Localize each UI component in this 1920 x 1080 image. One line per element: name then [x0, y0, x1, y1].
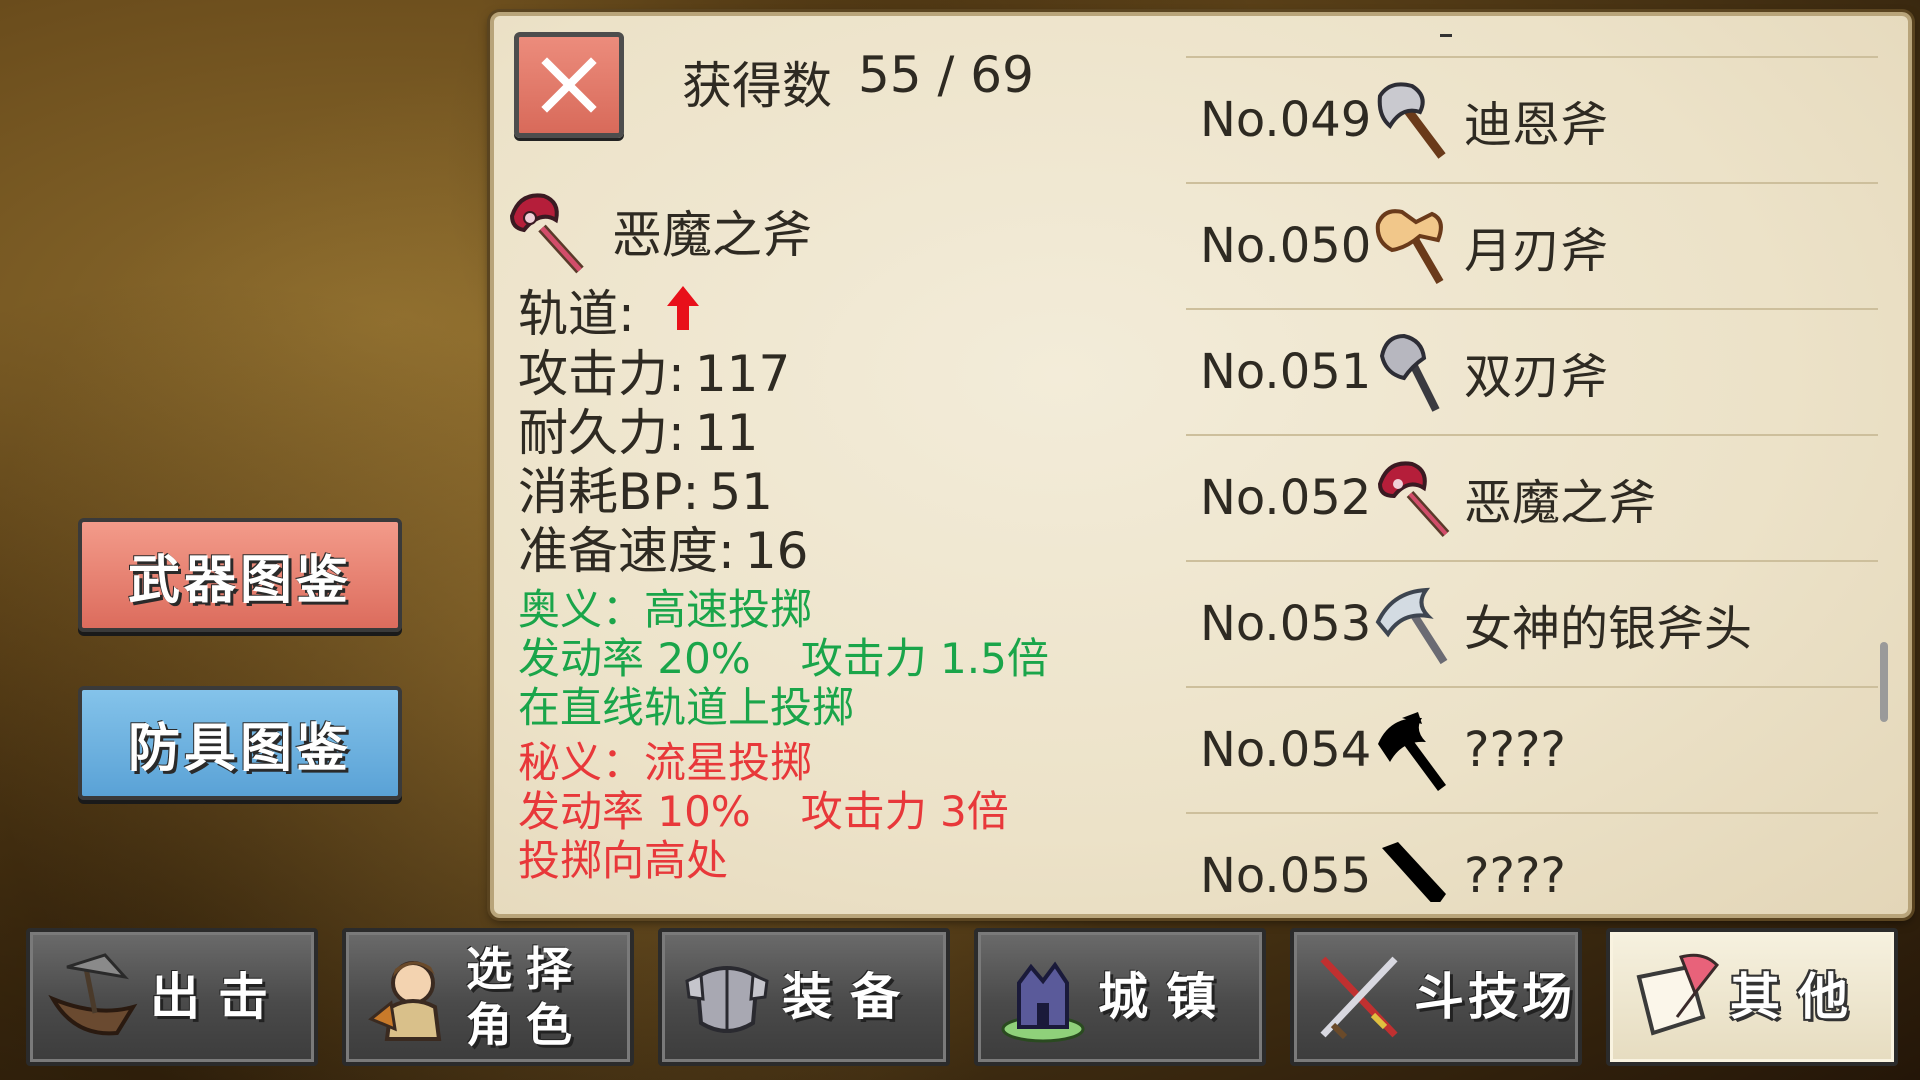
hidden-skill-power: 攻击力 3倍 [800, 787, 1009, 836]
nav-town-label: 城镇 [1098, 968, 1234, 1026]
hidden-skill-title: 秘义：流星投掷 [518, 738, 813, 787]
list-item[interactable]: No.053 女神的银斧头 [1186, 560, 1878, 686]
bp-label: 消耗BP: [518, 463, 700, 521]
trajectory-row: 轨道: [518, 284, 808, 345]
hidden-skill-stats: 发动率 10% 攻击力 3倍 [518, 787, 1009, 836]
prep-speed-row: 准备速度: 16 [518, 522, 808, 581]
nav-character-label-line1: 选择 [466, 942, 586, 996]
nav-equip-label: 装备 [782, 968, 918, 1026]
list-item[interactable]: No.050 月刃斧 [1186, 182, 1878, 308]
nav-town-button[interactable]: 城镇 [974, 928, 1266, 1066]
list-item-number: No.054 [1200, 722, 1372, 778]
hidden-skill: 秘义：流星投掷 发动率 10% 攻击力 3倍 投掷向高处 [518, 738, 1009, 885]
list-item-name: ???? [1464, 722, 1566, 778]
list-item[interactable]: No.049 迪恩斧 [1186, 56, 1878, 182]
secret-skill-power: 攻击力 1.5倍 [800, 634, 1049, 683]
close-button[interactable] [514, 32, 624, 138]
detail-stats: 轨道: 攻击力: 117 耐久力: 11 消耗BP: 51 准备速度: 16 [518, 284, 808, 581]
list-item-number: No.049 [1200, 92, 1372, 148]
nav-sortie-button[interactable]: 出击 [26, 928, 318, 1066]
list-scrollbar[interactable] [1880, 642, 1888, 722]
acquired-label: 获得数 [682, 57, 832, 115]
trajectory-label: 轨道: [518, 285, 635, 343]
moon-blade-axe-icon [1372, 204, 1456, 288]
list-item-name: ???? [1464, 848, 1566, 902]
list-item-number: No.051 [1200, 344, 1372, 400]
nav-other-button[interactable]: 其他 [1606, 928, 1898, 1066]
close-x-icon [541, 57, 597, 113]
dean-axe-icon [1372, 78, 1456, 162]
durability-value: 11 [694, 404, 759, 462]
crossed-swords-icon [1304, 942, 1414, 1052]
secret-skill-rate: 发动率 20% [518, 634, 751, 683]
demon-axe-icon [509, 193, 584, 274]
secret-skill: 奥义：高速投掷 发动率 20% 攻击力 1.5倍 在直线轨道上投掷 [518, 585, 1049, 732]
attack-row: 攻击力: 117 [518, 345, 808, 404]
nav-sortie-label: 出击 [150, 968, 286, 1026]
character-portrait-icon [356, 942, 466, 1052]
nav-character-button[interactable]: 选择 角色 [342, 928, 634, 1066]
red-up-arrow-icon [665, 284, 701, 345]
list-item[interactable]: No.055 ???? [1186, 812, 1878, 902]
list-item-number: No.050 [1200, 218, 1372, 274]
list-item-number: No.053 [1200, 596, 1372, 652]
unknown-silhouette-icon [1372, 708, 1456, 792]
nav-character-label: 选择 角色 [466, 941, 586, 1053]
secret-skill-title: 奥义：高速投掷 [518, 585, 813, 634]
list-item-name: 恶魔之斧 [1464, 475, 1657, 531]
secret-skill-desc: 在直线轨道上投掷 [518, 683, 855, 732]
list-item-number: No.052 [1200, 470, 1372, 526]
list-item-name: 月刃斧 [1464, 223, 1609, 279]
bp-row: 消耗BP: 51 [518, 463, 808, 522]
list-item-name: 双刃斧 [1464, 349, 1609, 405]
weapon-list[interactable]: No.049 迪恩斧 No.050 月刃斧 No.051 双刃斧 No.052 … [1186, 56, 1878, 902]
armor-icon [672, 942, 782, 1052]
nav-arena-label: 斗技场 [1414, 968, 1576, 1026]
nav-character-label-line2: 角色 [466, 998, 586, 1052]
double-blade-axe-icon [1372, 330, 1456, 414]
silver-axe-icon [1372, 582, 1456, 666]
nav-other-label: 其他 [1730, 968, 1866, 1026]
detail-weapon-name: 恶魔之斧 [612, 206, 812, 264]
secret-skill-stats: 发动率 20% 攻击力 1.5倍 [518, 634, 1049, 683]
durability-label: 耐久力: [518, 404, 685, 462]
list-item[interactable]: No.052 恶魔之斧 [1186, 434, 1878, 560]
list-item-name: 迪恩斧 [1464, 97, 1609, 153]
unknown-silhouette-icon [1372, 834, 1456, 902]
prep-speed-label: 准备速度: [518, 522, 735, 580]
list-item-number: No.055 [1200, 848, 1372, 902]
armor-encyclopedia-button[interactable]: 防具图鉴 [78, 686, 402, 800]
bottom-nav: 出击 选择 角色 装备 城镇 斗技场 其他 [26, 928, 1898, 1070]
scroll-quill-icon [1620, 942, 1730, 1052]
acquired-value: 55 / 69 [858, 46, 1034, 104]
nav-equip-button[interactable]: 装备 [658, 928, 950, 1066]
acquired-count: 获得数 55 / 69 [682, 46, 1034, 118]
prep-speed-value: 16 [744, 522, 809, 580]
weapon-encyclopedia-button[interactable]: 武器图鉴 [78, 518, 402, 632]
hidden-skill-rate: 发动率 10% [518, 787, 751, 836]
attack-value: 117 [694, 345, 791, 403]
list-item-name: 女神的银斧头 [1464, 601, 1753, 657]
hidden-skill-desc: 投掷向高处 [518, 836, 729, 885]
list-item[interactable]: No.054 ???? [1186, 686, 1878, 812]
demon-axe-icon [1372, 456, 1456, 540]
sortie-ship-icon [40, 942, 150, 1052]
durability-row: 耐久力: 11 [518, 404, 808, 463]
nav-arena-button[interactable]: 斗技场 [1290, 928, 1582, 1066]
list-item[interactable]: No.051 双刃斧 [1186, 308, 1878, 434]
list-top-marker [1440, 34, 1452, 37]
bp-value: 51 [709, 463, 773, 521]
detail-header: 恶魔之斧 [500, 186, 812, 276]
attack-label: 攻击力: [518, 345, 685, 403]
castle-icon [988, 942, 1098, 1052]
